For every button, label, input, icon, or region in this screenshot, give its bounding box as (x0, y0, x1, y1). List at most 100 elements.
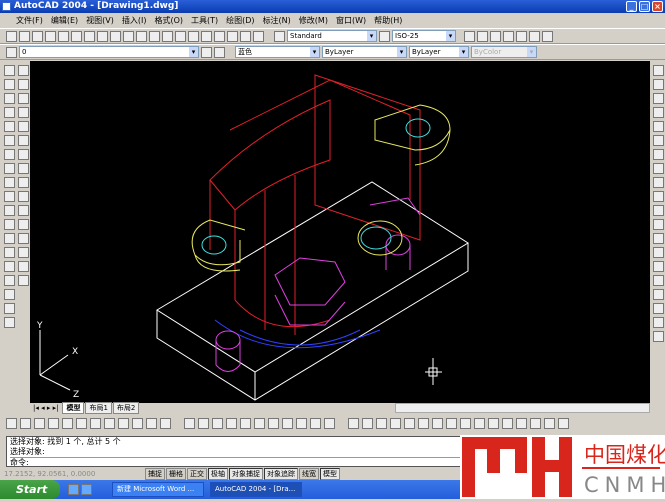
snap-toggle[interactable]: 捕捉 (145, 467, 165, 480)
array-icon[interactable] (17, 121, 29, 132)
task-word[interactable]: 新建 Microsoft Word ... (112, 482, 204, 497)
drawing-area[interactable]: Y X Z (30, 61, 650, 403)
explode-icon[interactable] (17, 275, 29, 286)
menu-edit[interactable]: 编辑(E) (47, 13, 82, 28)
slice-icon[interactable] (212, 418, 223, 429)
layer-manager-icon[interactable] (6, 46, 17, 58)
paste-icon[interactable] (110, 30, 121, 42)
arc-icon[interactable] (3, 135, 15, 146)
extrude-icon[interactable] (184, 418, 195, 429)
polar-toggle[interactable]: 极轴 (208, 467, 228, 480)
angular-dim-icon[interactable] (76, 418, 87, 429)
gradient-icon[interactable] (3, 275, 15, 286)
snap-apparent-icon[interactable] (652, 135, 664, 146)
menu-tools[interactable]: 工具(T) (187, 13, 222, 28)
make-current-icon[interactable] (201, 46, 212, 58)
snap-perpendicular-icon[interactable] (652, 205, 664, 216)
layer-previous-icon[interactable] (214, 46, 225, 58)
pan-icon[interactable] (162, 30, 173, 42)
copy-object-icon[interactable] (17, 79, 29, 90)
menu-window[interactable]: 窗口(W) (332, 13, 370, 28)
snap-endpoint-icon[interactable] (652, 93, 664, 104)
horizontal-scrollbar[interactable] (395, 403, 650, 413)
ellipse-icon[interactable] (3, 191, 15, 202)
diameter-dim-icon[interactable] (62, 418, 73, 429)
snap-settings-icon[interactable] (652, 289, 664, 300)
hide-icon[interactable] (296, 418, 307, 429)
fillet-icon[interactable] (17, 261, 29, 272)
ordinate-dim-icon[interactable] (34, 418, 45, 429)
snap-parallel-icon[interactable] (652, 219, 664, 230)
continue-dim-icon[interactable] (118, 418, 129, 429)
make-block-icon[interactable] (3, 233, 15, 244)
undo-icon[interactable] (136, 30, 147, 42)
menu-dimension[interactable]: 标注(N) (259, 13, 295, 28)
subtract-icon[interactable] (362, 418, 373, 429)
intersect-icon[interactable] (376, 418, 387, 429)
snap-temp-icon[interactable] (652, 65, 664, 76)
print-icon[interactable] (45, 30, 56, 42)
snap-midpoint-icon[interactable] (652, 107, 664, 118)
menu-file[interactable]: 文件(F) (12, 13, 47, 28)
move-faces-icon[interactable] (404, 418, 415, 429)
offset-faces-icon[interactable] (418, 418, 429, 429)
properties-icon[interactable] (214, 30, 225, 42)
point-icon[interactable] (3, 247, 15, 258)
zoom-previous-icon[interactable] (201, 30, 212, 42)
offset-icon[interactable] (17, 107, 29, 118)
quick-dim-icon[interactable] (90, 418, 101, 429)
xline-icon[interactable] (3, 79, 15, 90)
shell-icon[interactable] (544, 418, 555, 429)
solid-box-icon[interactable] (652, 303, 664, 314)
help-icon[interactable] (253, 30, 264, 42)
snap-tangent-icon[interactable] (652, 191, 664, 202)
color-faces-icon[interactable] (488, 418, 499, 429)
publish-icon[interactable] (71, 30, 82, 42)
solid-sphere-icon[interactable] (652, 317, 664, 328)
menu-format[interactable]: 格式(O) (150, 13, 187, 28)
start-button[interactable]: Start (0, 480, 60, 499)
rotate-icon[interactable] (17, 149, 29, 160)
save-icon[interactable] (32, 30, 43, 42)
cut-icon[interactable] (84, 30, 95, 42)
edit-text-icon[interactable] (490, 30, 501, 42)
spline-icon[interactable] (3, 177, 15, 188)
match-properties-icon[interactable] (123, 30, 134, 42)
radius-dim-icon[interactable] (48, 418, 59, 429)
linetype-select[interactable]: ByLayer (322, 46, 407, 58)
menu-modify[interactable]: 修改(M) (295, 13, 332, 28)
baseline-dim-icon[interactable] (104, 418, 115, 429)
snap-node-icon[interactable] (652, 247, 664, 258)
text-icon[interactable] (464, 30, 475, 42)
ellipse-arc-icon[interactable] (3, 205, 15, 216)
rectangle-icon[interactable] (3, 121, 15, 132)
lineweight-toggle[interactable]: 线宽 (299, 467, 319, 480)
extend-icon[interactable] (17, 205, 29, 216)
find-icon[interactable] (503, 30, 514, 42)
table-icon[interactable] (3, 303, 15, 314)
dim-style-select[interactable]: ISO-25 (392, 30, 456, 42)
region-icon[interactable] (3, 289, 15, 300)
stretch-icon[interactable] (17, 177, 29, 188)
tool-palettes-icon[interactable] (240, 30, 251, 42)
tab-layout1[interactable]: 布局1 (85, 402, 112, 414)
linear-dim-icon[interactable] (6, 418, 17, 429)
command-window[interactable]: 选择对象: 找到 1 个, 总计 5 个 选择对象: 命令: (6, 436, 461, 467)
tolerance-icon[interactable] (146, 418, 157, 429)
design-center-icon[interactable] (227, 30, 238, 42)
snap-from-icon[interactable] (652, 79, 664, 90)
union-icon[interactable] (348, 418, 359, 429)
task-autocad[interactable]: AutoCAD 2004 - [Dra... (210, 482, 302, 497)
spell-icon[interactable] (516, 30, 527, 42)
trim-icon[interactable] (17, 191, 29, 202)
ortho-toggle[interactable]: 正交 (187, 467, 207, 480)
mirror-icon[interactable] (17, 93, 29, 104)
leader-icon[interactable] (132, 418, 143, 429)
hatch-icon[interactable] (3, 261, 15, 272)
snap-nearest-icon[interactable] (652, 261, 664, 272)
new-icon[interactable] (6, 30, 17, 42)
snap-center-icon[interactable] (652, 163, 664, 174)
preview-icon[interactable] (58, 30, 69, 42)
snap-intersection-icon[interactable] (652, 121, 664, 132)
tab-model[interactable]: 模型 (62, 402, 85, 414)
